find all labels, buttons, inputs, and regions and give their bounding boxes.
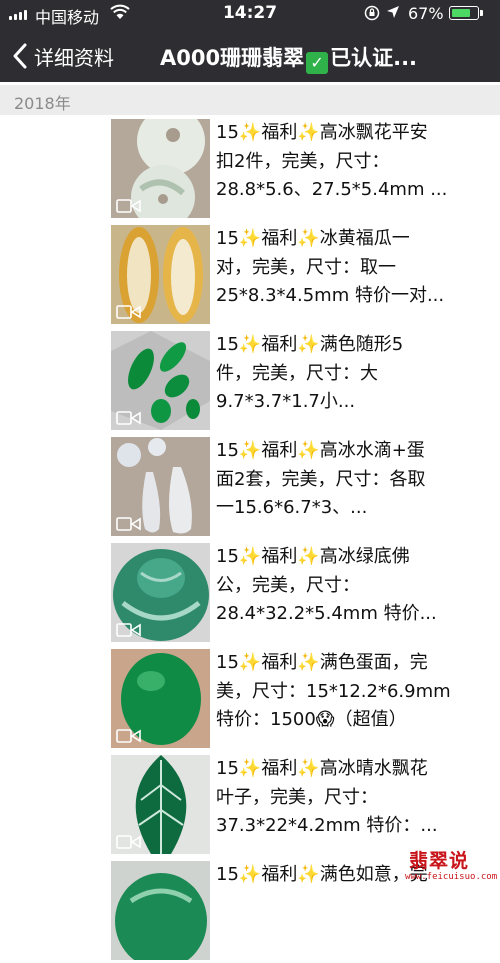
post-description: 15✨福利✨高冰晴水飘花 叶子，完美，尺寸： 37.3*22*4.2mm 特价：… [216,755,488,841]
status-bar: 中国移动 14:27 67% [0,0,500,28]
post-description: 15✨福利✨高冰水滴+蛋 面2套，完美，尺寸：各取 一15.6*6.7*3、..… [216,437,488,523]
video-icon [116,623,141,637]
list-item[interactable]: 15✨福利✨冰黄福瓜一 对，完美，尺寸：取一 25*8.3*4.5mm 特价一对… [0,221,500,327]
battery-icon [449,6,479,20]
watermark-title: 翡翠说 [409,850,470,872]
back-button[interactable]: 详细资料 [12,39,114,73]
post-text-line: 对，完美，尺寸：取一 [216,256,396,278]
list-item[interactable]: 15✨福利✨高冰水滴+蛋 面2套，完美，尺寸：各取 一15.6*6.7*3、..… [0,433,500,539]
post-text-line: 15✨福利✨冰黄福瓜一 [216,228,410,249]
post-text-line: 特价：1500😱（超值） [216,709,407,730]
watermark-url: www.feicuisuo.com [405,872,498,882]
list-item[interactable]: 15✨福利✨高冰飘花平安 扣2件，完美，尺寸： 28.8*5.6、27.5*5.… [0,115,500,221]
year-label: 2018年 [14,94,71,113]
post-text-line: 15✨福利✨高冰水滴+蛋 [216,440,425,461]
post-text-line: 15✨福利✨高冰晴水飘花 [216,758,428,779]
post-text-line: 15✨福利✨高冰飘花平安 [216,122,428,143]
post-thumbnail [111,755,210,854]
top-bar: 中国移动 14:27 67% 详细资料 A000珊珊翡翠 ✓ 已认证... [0,0,500,82]
post-thumbnail [111,649,210,748]
year-header: 2018年 [0,85,500,115]
chevron-left-icon [13,43,27,69]
post-text-line: 扣2件，完美，尺寸： [216,150,390,172]
check-mark-icon: ✓ [306,52,329,74]
post-thumbnail [111,119,210,218]
post-text-line: 叶子，完美，尺寸： [216,786,378,808]
post-thumbnail [111,543,210,642]
title-prefix: A000珊珊翡翠 [160,46,305,70]
navigation-bar: 详细资料 A000珊珊翡翠 ✓ 已认证... [0,30,500,82]
back-label: 详细资料 [34,45,114,70]
post-text-line: 15✨福利✨满色随形5 [216,334,404,355]
post-text-line: 28.8*5.6、27.5*5.4mm ... [216,179,448,200]
post-text-line: 37.3*22*4.2mm 特价：... [216,815,438,836]
post-thumbnail [111,225,210,324]
post-description: 15✨福利✨满色随形5 件，完美，尺寸：大 9.7*3.7*1.7小... [216,331,488,417]
video-icon [116,305,141,319]
post-description: 15✨福利✨高冰绿底佛 公，完美，尺寸： 28.4*32.2*5.4mm 特价.… [216,543,488,629]
post-description: 15✨福利✨高冰飘花平安 扣2件，完美，尺寸： 28.8*5.6、27.5*5.… [216,119,488,205]
post-text-line: 25*8.3*4.5mm 特价一对... [216,285,445,306]
battery-tip [480,10,483,16]
list-item[interactable]: 15✨福利✨满色随形5 件，完美，尺寸：大 9.7*3.7*1.7小... [0,327,500,433]
post-thumbnail [111,861,210,960]
post-text-line: 美，尺寸：15*12.2*6.9mm [216,680,451,702]
video-icon [116,411,141,425]
post-description: 15✨福利✨冰黄福瓜一 对，完美，尺寸：取一 25*8.3*4.5mm 特价一对… [216,225,488,311]
post-text-line: 28.4*32.2*5.4mm 特价... [216,603,437,624]
post-thumbnail [111,437,210,536]
post-text-line: 15✨福利✨满色蛋面，完 [216,652,428,673]
page-title: A000珊珊翡翠 ✓ 已认证... [160,42,417,74]
watermark: 翡翠说 www.feicuisuo.com [405,846,497,889]
post-description: 15✨福利✨满色蛋面，完 美，尺寸：15*12.2*6.9mm 特价：1500😱… [216,649,488,735]
rotation-lock-icon [364,5,380,21]
list-item[interactable]: 15✨福利✨高冰绿底佛 公，完美，尺寸： 28.4*32.2*5.4mm 特价.… [0,539,500,645]
post-text-line: 一15.6*6.7*3、... [216,497,368,518]
battery-percent: 67% [408,4,444,23]
title-suffix: 已认证... [330,46,418,70]
post-text-line: 公，完美，尺寸： [216,574,360,596]
video-icon [116,835,141,849]
list-item[interactable]: 15✨福利✨满色蛋面，完 美，尺寸：15*12.2*6.9mm 特价：1500😱… [0,645,500,751]
post-text-line: 9.7*3.7*1.7小... [216,391,356,412]
post-text-line: 件，完美，尺寸：大 [216,362,378,384]
post-text-line: 面2套，完美，尺寸：各取 [216,468,426,490]
video-icon [116,729,141,743]
post-text-line: 15✨福利✨高冰绿底佛 [216,546,410,567]
video-icon [116,517,141,531]
video-icon [116,199,141,213]
location-icon [387,6,399,18]
post-thumbnail [111,331,210,430]
list-item[interactable]: 15✨福利✨高冰晴水飘花 叶子，完美，尺寸： 37.3*22*4.2mm 特价：… [0,751,500,857]
